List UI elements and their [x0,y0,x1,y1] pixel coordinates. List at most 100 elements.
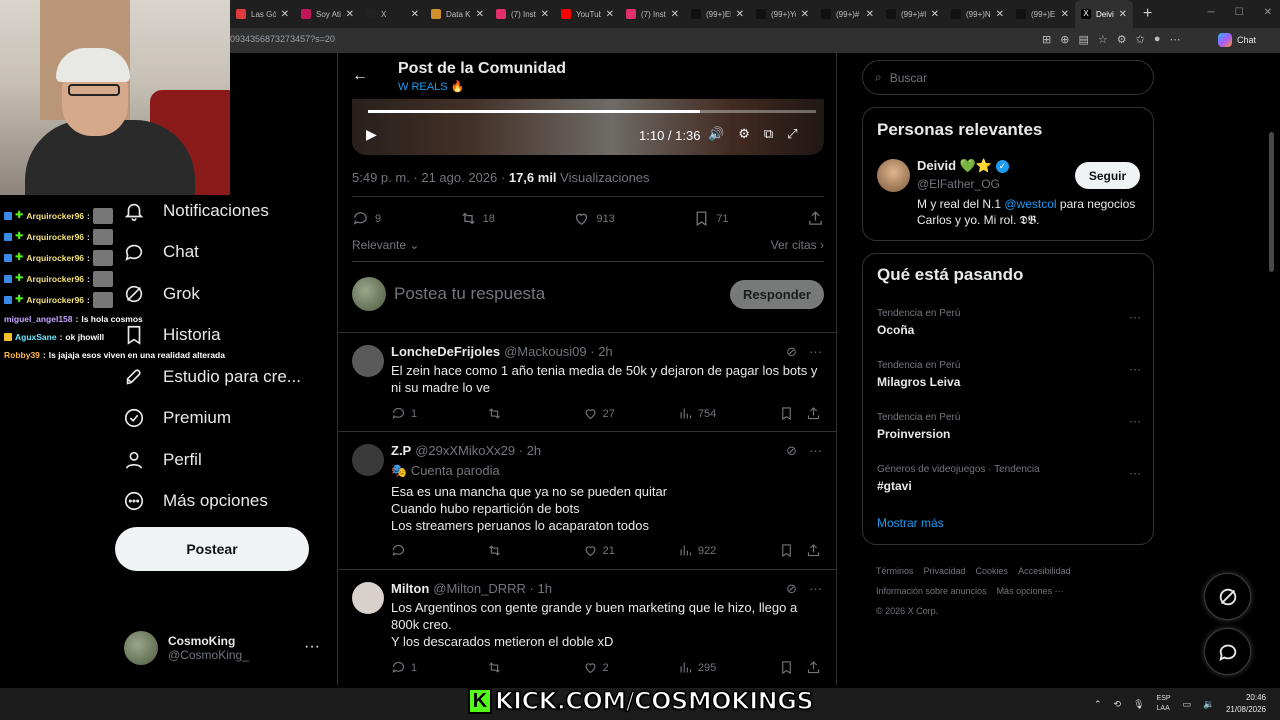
views-action[interactable]: 295 [678,660,779,675]
tab-close-icon[interactable]: ✕ [1119,9,1127,20]
bookmark-action[interactable] [779,543,806,558]
trend-more-icon[interactable]: ··· [1129,310,1141,324]
tab-close-icon[interactable]: ✕ [411,9,419,20]
reply-item[interactable]: LoncheDeFrijoles @Mackousi09 · 2h ⊘ ··· E… [338,332,836,431]
trend-more-icon[interactable]: ··· [1129,466,1141,480]
browser-tab[interactable]: YouTub ✕ [555,0,620,28]
view-quotes-link[interactable]: Ver citas › [771,238,824,252]
tab-close-icon[interactable]: ✕ [671,9,679,20]
follow-button[interactable]: Seguir [1075,162,1140,189]
volume-icon[interactable]: 🔉 [1203,699,1214,710]
tab-close-icon[interactable]: ✕ [931,9,939,20]
repost-action[interactable] [487,660,582,675]
footer-link[interactable]: Términos [876,566,914,576]
bookmark-action[interactable] [779,406,806,421]
tab-close-icon[interactable]: ✕ [541,9,549,20]
tab-close-icon[interactable]: ✕ [606,9,614,20]
search-input[interactable]: ⌕ Buscar [862,60,1154,95]
reply-author-name[interactable]: Milton [391,581,429,596]
settings-gear-icon[interactable]: ⚙ [738,126,750,142]
menu-dots-icon[interactable]: ⋯ [1169,33,1180,46]
trend-more-icon[interactable]: ··· [1129,362,1141,376]
reply-action[interactable]: 1 [391,660,487,675]
account-more-icon[interactable]: ··· [304,638,320,656]
taskbar-clock[interactable]: 20:46 21/08/2026 [1226,692,1266,716]
new-tab-icon[interactable]: + [1133,5,1162,23]
bookmark-stat[interactable]: 71 [693,210,728,227]
reply-avatar[interactable] [352,345,384,377]
url-field[interactable]: 0934356873273457?s=20 [230,34,335,44]
reply-author-name[interactable]: Z.P [391,443,411,458]
heart-action[interactable]: 2 [583,660,678,675]
volume-icon[interactable]: 🔊 [708,126,724,142]
nav-item-perfil[interactable]: Perfil [115,439,335,481]
video-progress-bar[interactable] [368,110,816,113]
heart-action[interactable]: 27 [583,406,678,421]
grok-icon[interactable]: ⊘ [786,344,797,360]
more-icon[interactable]: ··· [809,344,822,360]
reply-button[interactable]: Responder [730,279,824,309]
like-stat[interactable]: 913 [573,210,615,227]
browser-tab[interactable]: (99+)El ✕ [685,0,750,28]
close-window-icon[interactable]: ✕ [1264,7,1272,18]
back-arrow-icon[interactable]: ← [352,67,368,85]
video-player[interactable]: ▶ 1:10 / 1:36 🔊 ⚙ ⧉ ⤢ [352,98,824,155]
language-indicator[interactable]: ESP LAA [1157,694,1171,714]
relevant-handle[interactable]: @ElFather_OG [917,177,1000,191]
reply-item[interactable]: Milton @Milton_DRRR · 1h ⊘ ··· Los Argent… [338,569,836,685]
browser-tab[interactable]: Soy Ati ✕ [295,0,360,28]
reply-author-handle[interactable]: @29xXMikoXx29 · 2h [415,443,541,458]
repost-action[interactable] [487,406,582,421]
reply-author-handle[interactable]: @Milton_DRRR · 1h [433,581,552,596]
zoom-icon[interactable]: ⊕ [1060,33,1069,46]
footer-link[interactable]: Privacidad [924,566,966,576]
apps-icon[interactable]: ⊞ [1042,33,1051,46]
footer-link[interactable]: Cookies [976,566,1009,576]
browser-tab[interactable]: Data Kl ✕ [425,0,490,28]
scrollbar[interactable] [1269,132,1274,272]
pip-icon[interactable]: ⧉ [764,126,773,142]
share-action[interactable] [806,406,821,421]
tab-close-icon[interactable]: ✕ [476,9,484,20]
footer-link[interactable]: Más opciones ··· [997,586,1064,596]
tab-close-icon[interactable]: ✕ [866,9,874,20]
reply-action[interactable]: 1 [391,406,487,421]
reader-icon[interactable]: ▤ [1078,33,1088,46]
chevron-up-icon[interactable]: ⌃ [1094,699,1102,710]
display-icon[interactable]: ▭ [1183,699,1192,710]
mention-link[interactable]: @westcol [1004,197,1056,211]
network-icon[interactable]: ⟲ [1114,699,1122,710]
nav-item-más-opciones[interactable]: Más opciones [115,481,335,523]
footer-link[interactable]: Información sobre anuncios [876,586,987,596]
show-more-link[interactable]: Mostrar más [877,516,944,530]
repost-stat[interactable]: 18 [460,210,495,227]
browser-tab[interactable]: (99+)E ✕ [1010,0,1075,28]
share-stat[interactable] [807,210,824,227]
tab-close-icon[interactable]: ✕ [281,9,289,20]
grok-icon[interactable]: ⊘ [786,443,797,459]
copilot-button[interactable]: Chat [1218,33,1256,47]
mic-icon[interactable]: 🎙 [1133,699,1144,710]
tab-close-icon[interactable]: ✕ [801,9,809,20]
trend-item[interactable]: Tendencia en Perú Milagros Leiva ··· [877,360,1143,400]
reply-stat[interactable]: 9 [352,210,381,227]
reply-avatar[interactable] [352,444,384,476]
extensions-icon[interactable]: ⚙ [1117,33,1127,46]
share-action[interactable] [806,543,821,558]
bookmark-action[interactable] [779,660,806,675]
trend-item[interactable]: Géneros de videojuegos · Tendencia #gtavi… [877,464,1143,504]
grok-fab[interactable] [1204,573,1251,620]
more-icon[interactable]: ··· [809,443,822,459]
browser-tab[interactable]: (99+)N ✕ [945,0,1010,28]
repost-action[interactable] [487,543,582,558]
community-link[interactable]: W REALS 🔥 [398,80,464,93]
trend-item[interactable]: Tendencia en Perú Proinversion ··· [877,412,1143,452]
views-action[interactable]: 754 [678,406,779,421]
sort-dropdown[interactable]: Relevante ⌄ [352,238,419,252]
grok-icon[interactable]: ⊘ [786,581,797,597]
browser-tab-active[interactable]: XDeivid✕ [1075,0,1133,28]
relevant-avatar[interactable] [877,159,910,192]
trend-item[interactable]: Tendencia en Perú Ocoña ··· [877,308,1143,348]
profile-icon[interactable]: ● [1154,33,1161,46]
more-icon[interactable]: ··· [809,581,822,597]
